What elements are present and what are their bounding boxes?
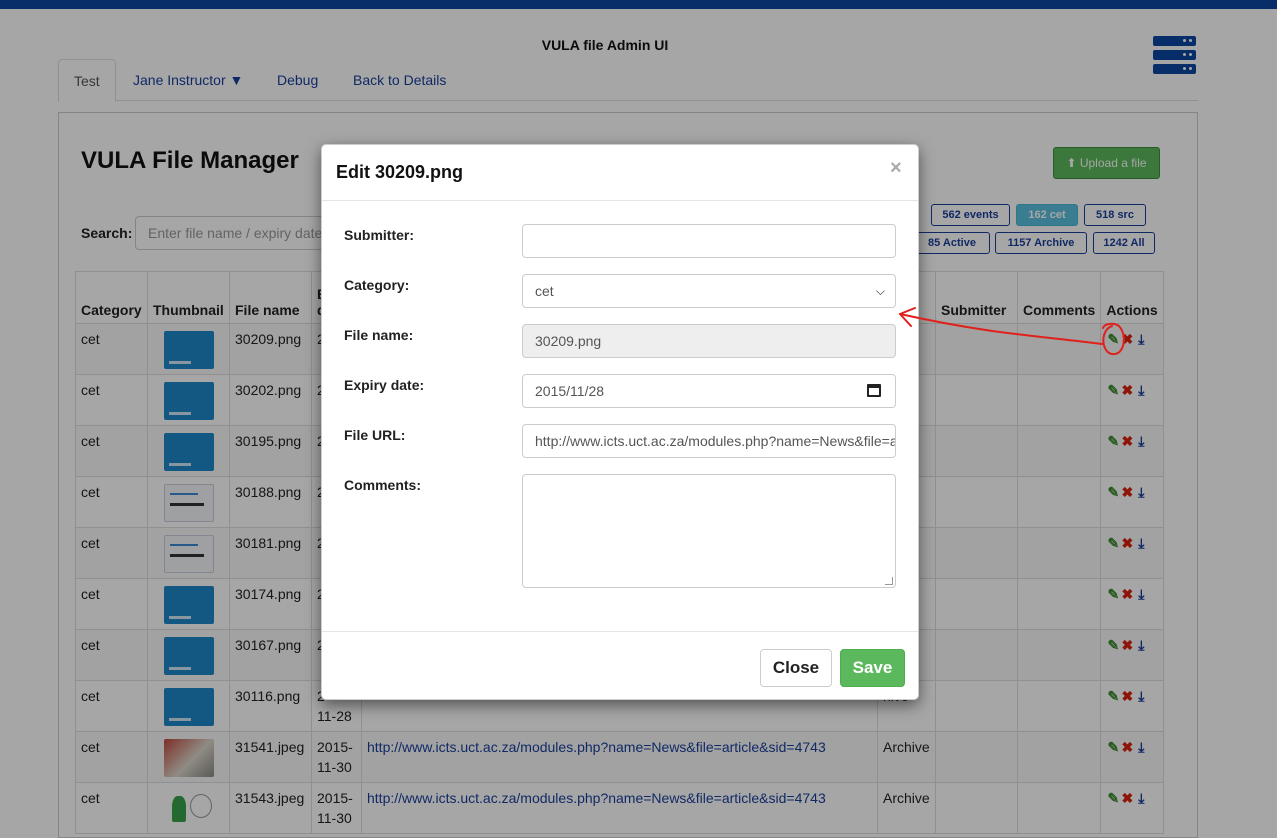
category-select-value: cet	[535, 283, 554, 299]
file-url-input[interactable]: http://www.icts.uct.ac.za/modules.php?na…	[522, 424, 896, 458]
close-icon[interactable]: ×	[890, 157, 902, 180]
chevron-down-icon: ⌵	[875, 284, 885, 298]
close-button[interactable]: Close	[760, 649, 832, 687]
save-button[interactable]: Save	[840, 649, 905, 687]
submitter-label: Submitter:	[344, 227, 414, 243]
category-select[interactable]: cet ⌵	[522, 274, 896, 308]
expiry-date-input[interactable]: 2015/11/28	[522, 374, 896, 408]
calendar-icon[interactable]	[867, 384, 881, 397]
modal-footer: Close Save	[322, 631, 918, 699]
expiry-date-label: Expiry date:	[344, 377, 425, 393]
file-name-label: File name:	[344, 327, 414, 343]
comments-textarea[interactable]	[522, 474, 896, 588]
resize-grip-icon[interactable]	[885, 577, 893, 585]
file-url-label: File URL:	[344, 427, 406, 443]
comments-label: Comments:	[344, 477, 422, 493]
file-name-field: 30209.png	[522, 324, 896, 358]
submitter-input[interactable]	[522, 224, 896, 258]
edit-file-modal: Edit 30209.png × Submitter: Category: ce…	[321, 144, 919, 700]
modal-title: Edit 30209.png	[336, 162, 464, 182]
category-label: Category:	[344, 277, 410, 293]
modal-header: Edit 30209.png ×	[322, 145, 918, 201]
expiry-date-value: 2015/11/28	[535, 383, 605, 399]
